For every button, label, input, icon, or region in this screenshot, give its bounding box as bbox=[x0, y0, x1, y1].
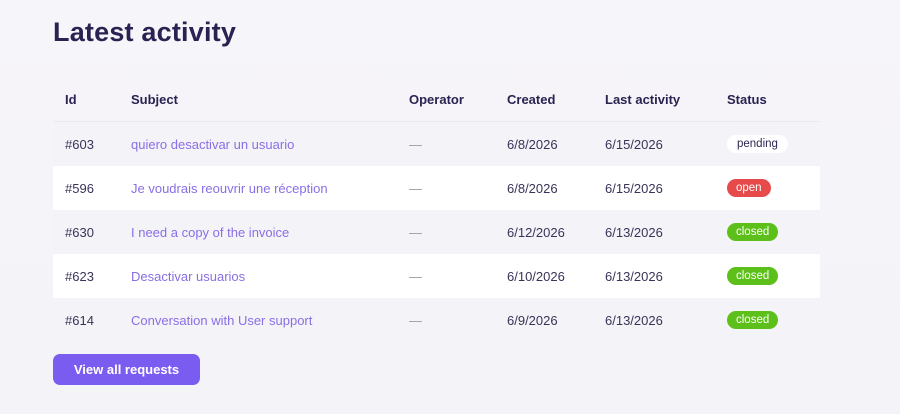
table-row: #603 quiero desactivar un usuario — 6/8/… bbox=[53, 122, 820, 166]
row-subject-cell: Conversation with User support bbox=[131, 313, 409, 328]
row-status-cell: closed bbox=[727, 267, 817, 285]
row-created: 6/9/2026 bbox=[507, 312, 558, 328]
row-subject-cell: I need a copy of the invoice bbox=[131, 225, 409, 240]
row-last-activity: 6/13/2026 bbox=[605, 268, 663, 284]
row-last-activity: 6/15/2026 bbox=[605, 180, 663, 196]
header-operator: Operator bbox=[409, 92, 464, 107]
row-created: 6/8/2026 bbox=[507, 180, 558, 196]
row-operator: — bbox=[409, 136, 422, 152]
row-id: #623 bbox=[65, 268, 94, 284]
header-id: Id bbox=[65, 92, 77, 107]
row-operator: — bbox=[409, 312, 422, 328]
activity-page: Latest activity Id Subject Operator Crea… bbox=[0, 0, 900, 414]
row-status-cell: open bbox=[727, 179, 817, 197]
row-status-cell: pending bbox=[727, 135, 817, 153]
row-last-activity: 6/15/2026 bbox=[605, 136, 663, 152]
header-created: Created bbox=[507, 92, 556, 107]
activity-table: Id Subject Operator Created Last activit… bbox=[53, 78, 820, 342]
status-badge: pending bbox=[727, 135, 788, 153]
row-id: #603 bbox=[65, 136, 94, 152]
table-row: #614 Conversation with User support — 6/… bbox=[53, 298, 820, 342]
table-row: #596 Je voudrais reouvrir une réception … bbox=[53, 166, 820, 210]
row-subject-cell: Je voudrais reouvrir une réception bbox=[131, 181, 409, 196]
status-badge: closed bbox=[727, 311, 779, 329]
row-subject-link[interactable]: I need a copy of the invoice bbox=[131, 225, 289, 240]
row-subject-link[interactable]: Je voudrais reouvrir une réception bbox=[131, 181, 328, 196]
row-operator: — bbox=[409, 180, 422, 196]
row-id: #630 bbox=[65, 224, 94, 240]
table-row: #623 Desactivar usuarios — 6/10/2026 6/1… bbox=[53, 254, 820, 298]
row-created: 6/12/2026 bbox=[507, 224, 565, 240]
row-created: 6/10/2026 bbox=[507, 268, 565, 284]
row-operator: — bbox=[409, 224, 422, 240]
header-status: Status bbox=[727, 92, 767, 107]
table-header: Id Subject Operator Created Last activit… bbox=[53, 78, 820, 122]
row-status-cell: closed bbox=[727, 223, 817, 241]
status-badge: closed bbox=[727, 267, 779, 285]
row-subject-cell: quiero desactivar un usuario bbox=[131, 137, 409, 152]
page-title: Latest activity bbox=[53, 17, 237, 47]
row-last-activity: 6/13/2026 bbox=[605, 224, 663, 240]
row-created: 6/8/2026 bbox=[507, 136, 558, 152]
row-operator: — bbox=[409, 268, 422, 284]
status-badge: open bbox=[727, 179, 771, 197]
row-id: #596 bbox=[65, 180, 94, 196]
row-status-cell: closed bbox=[727, 311, 817, 329]
row-subject-link[interactable]: quiero desactivar un usuario bbox=[131, 137, 294, 152]
row-subject-link[interactable]: Conversation with User support bbox=[131, 313, 312, 328]
status-badge: closed bbox=[727, 223, 779, 241]
header-subject: Subject bbox=[131, 92, 178, 107]
row-subject-cell: Desactivar usuarios bbox=[131, 269, 409, 284]
header-last-activity: Last activity bbox=[605, 92, 681, 107]
row-subject-link[interactable]: Desactivar usuarios bbox=[131, 269, 245, 284]
view-all-requests-button[interactable]: View all requests bbox=[53, 354, 200, 385]
row-last-activity: 6/13/2026 bbox=[605, 312, 663, 328]
table-row: #630 I need a copy of the invoice — 6/12… bbox=[53, 210, 820, 254]
row-id: #614 bbox=[65, 312, 94, 328]
